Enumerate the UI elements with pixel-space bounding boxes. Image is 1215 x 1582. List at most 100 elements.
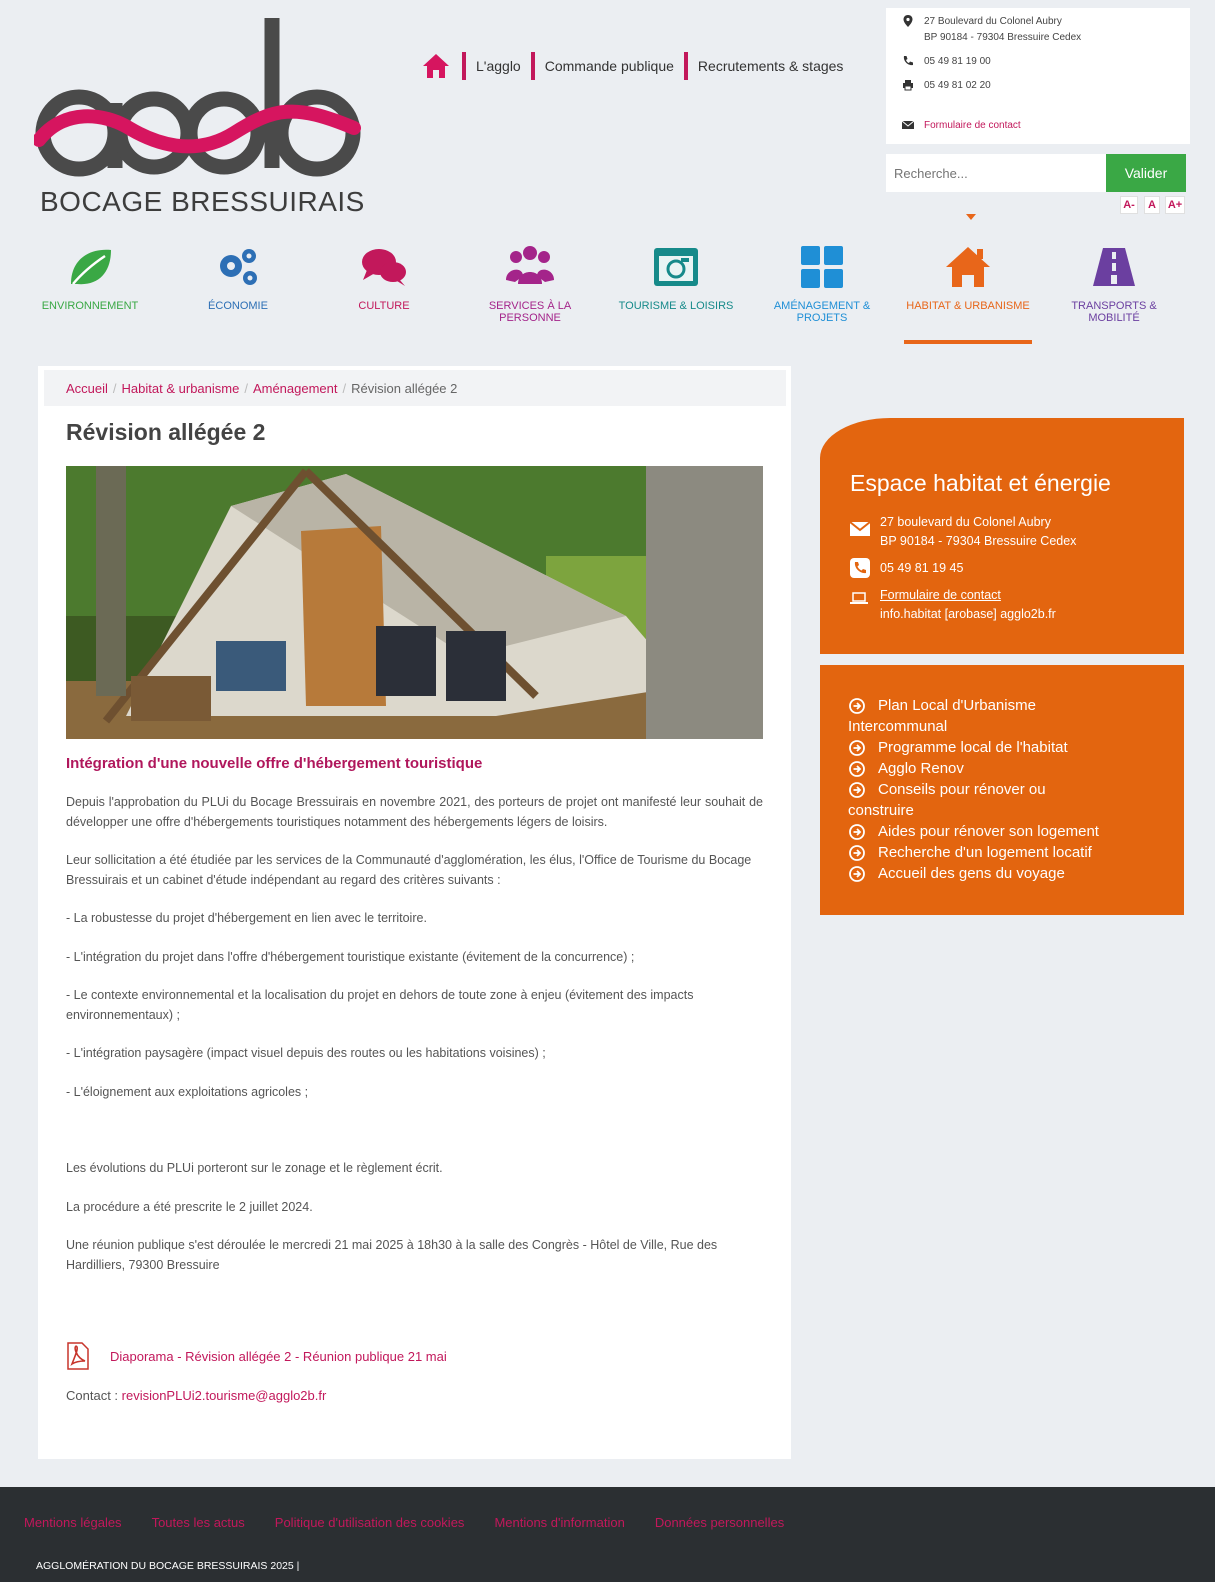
nav-commande-publique[interactable]: Commande publique	[545, 58, 674, 74]
ehe-contact-form-link[interactable]: Formulaire de contact	[880, 588, 1001, 602]
arrow-circle-icon	[849, 782, 865, 798]
footer-mentions-legales[interactable]: Mentions légales	[24, 1515, 122, 1530]
house-icon	[946, 247, 990, 287]
paragraph: Une réunion publique s'est déroulée le m…	[66, 1238, 718, 1272]
arrow-circle-icon	[849, 761, 865, 777]
breadcrumb-habitat[interactable]: Habitat & urbanisme	[122, 381, 240, 396]
font-increase-button[interactable]: A+	[1165, 196, 1185, 214]
breadcrumb-home[interactable]: Accueil	[66, 381, 108, 396]
footer-copyright: AGGLOMÉRATION DU BOCAGE BRESSUIRAIS 2025…	[36, 1560, 300, 1572]
contact-form-link[interactable]: Formulaire de contact	[924, 120, 1021, 131]
arrow-circle-icon	[849, 740, 865, 756]
category-label: ÉCONOMIE	[208, 300, 268, 312]
tent-photo-image	[66, 466, 763, 739]
ehe-address-line1: 27 boulevard du Colonel Aubry	[880, 515, 1051, 529]
category-navigation: ENVIRONNEMENT ÉCONOMIE CULTURE SERVICES …	[28, 238, 1188, 348]
contact-phone: 05 49 81 19 00	[924, 56, 991, 67]
envelope-icon	[850, 521, 870, 536]
leaf-icon	[71, 249, 111, 285]
sidelink-agglo-renov[interactable]: Agglo Renov	[848, 758, 1156, 779]
footer-toutes-les-actus[interactable]: Toutes les actus	[152, 1515, 245, 1530]
phone-icon	[850, 558, 870, 578]
sidelink-plu[interactable]: Plan Local d'Urbanisme Intercommunal	[848, 695, 1156, 737]
habitat-links-box: Plan Local d'Urbanisme Intercommunal Pro…	[820, 665, 1184, 915]
article-body: Depuis l'approbation du PLUi du Bocage B…	[66, 793, 763, 1294]
category-economie[interactable]: ÉCONOMIE	[176, 238, 300, 312]
phone-icon	[903, 56, 913, 66]
sidelink-gens-du-voyage[interactable]: Accueil des gens du voyage	[848, 863, 1156, 884]
camera-icon	[654, 248, 698, 286]
footer-mentions-information[interactable]: Mentions d'information	[494, 1515, 624, 1530]
sidelink-logement-locatif[interactable]: Recherche d'un logement locatif	[848, 842, 1156, 863]
contact-label: Contact :	[66, 1388, 122, 1403]
footer: Mentions légales Toutes les actus Politi…	[0, 1487, 1215, 1582]
pdf-download-link[interactable]: Diaporama - Révision allégée 2 - Réunion…	[66, 1342, 447, 1370]
grid-icon	[801, 246, 843, 288]
category-label: ENVIRONNEMENT	[41, 300, 139, 312]
nav-separator	[462, 52, 466, 80]
paragraph: Leur sollicitation a été étudiée par les…	[66, 853, 752, 887]
top-navigation: L'agglo Commande publique Recrutements &…	[420, 50, 843, 82]
ehe-online: Formulaire de contact info.habitat [arob…	[850, 586, 1184, 624]
footer-cookies[interactable]: Politique d'utilisation des cookies	[275, 1515, 465, 1530]
category-tourisme-loisirs[interactable]: TOURISME & LOISIRS	[614, 238, 738, 312]
road-icon	[1093, 248, 1135, 286]
main-content: Accueil / Habitat & urbanisme / Aménagement /…	[38, 366, 791, 1459]
espace-habitat-title: Espace habitat et énergie	[850, 470, 1111, 496]
sidelink-conseils[interactable]: Conseils pour rénover ou construire	[848, 779, 1156, 821]
contact-fax: 05 49 81 02 20	[924, 80, 991, 91]
footer-donnees-personnelles[interactable]: Données personnelles	[655, 1515, 784, 1530]
arrow-circle-icon	[849, 866, 865, 882]
category-label: SERVICES À LA PERSONNE	[488, 300, 572, 324]
category-transports-mobilite[interactable]: TRANSPORTS & MOBILITÉ	[1052, 238, 1176, 324]
paragraph: - L'intégration du projet dans l'offre d…	[66, 949, 635, 964]
category-culture[interactable]: CULTURE	[322, 238, 446, 312]
ehe-email: info.habitat [arobase] agglo2b.fr	[880, 607, 1056, 621]
breadcrumb-amenagement[interactable]: Aménagement	[253, 381, 338, 396]
pdf-link-label: Diaporama - Révision allégée 2 - Réunion…	[110, 1348, 447, 1364]
arrow-circle-icon	[849, 824, 865, 840]
contact-box: 27 Boulevard du Colonel Aubry BP 90184 -…	[886, 8, 1190, 144]
breadcrumb: Accueil / Habitat & urbanisme / Aménagement /…	[44, 370, 786, 406]
page-title: Révision allégée 2	[66, 419, 266, 445]
contact-address-line1: 27 Boulevard du Colonel Aubry	[924, 16, 1062, 27]
logo-subtitle: BOCAGE BRESSUIRAIS	[40, 186, 365, 217]
search-submit-button[interactable]: Valider	[1106, 154, 1186, 192]
font-decrease-button[interactable]: A-	[1120, 196, 1138, 214]
nav-lagglo[interactable]: L'agglo	[476, 58, 521, 74]
category-label: TRANSPORTS & MOBILITÉ	[1071, 300, 1157, 324]
ehe-phone: 05 49 81 19 45	[850, 558, 1184, 578]
people-group-icon	[506, 246, 554, 284]
sidelink-plh[interactable]: Programme local de l'habitat	[848, 737, 1156, 758]
envelope-icon	[902, 120, 914, 129]
category-environnement[interactable]: ENVIRONNEMENT	[28, 238, 152, 312]
contact-line: Contact : revisionPLUi2.tourisme@agglo2b…	[66, 1388, 326, 1403]
paragraph: - L'éloignement aux exploitations agrico…	[66, 1084, 309, 1099]
footer-links: Mentions légales Toutes les actus Politi…	[24, 1515, 784, 1530]
sidelink-aides[interactable]: Aides pour rénover son logement	[848, 821, 1156, 842]
paragraph: Depuis l'approbation du PLUi du Bocage B…	[66, 795, 763, 829]
contact-address-line2: BP 90184 - 79304 Bressuire Cedex	[924, 32, 1082, 43]
home-icon[interactable]	[420, 50, 452, 82]
font-reset-button[interactable]: A	[1144, 196, 1160, 214]
paragraph: Les évolutions du PLUi porteront sur le …	[66, 1161, 443, 1175]
ehe-address-line2: BP 90184 - 79304 Bressuire Cedex	[880, 534, 1077, 548]
category-habitat-urbanisme[interactable]: HABITAT & URBANISME	[904, 238, 1032, 344]
agglo-logo-mark	[32, 18, 361, 177]
nav-separator	[683, 52, 688, 80]
laptop-icon	[850, 592, 868, 604]
category-label: TOURISME & LOISIRS	[618, 300, 734, 312]
search-input[interactable]	[886, 154, 1106, 192]
category-label: CULTURE	[358, 300, 410, 312]
contact-email-link[interactable]: revisionPLUi2.tourisme@agglo2b.fr	[122, 1388, 327, 1403]
ehe-phone-number: 05 49 81 19 45	[880, 561, 964, 575]
paragraph: - La robustesse du projet d'hébergement …	[66, 911, 427, 925]
active-category-caret	[966, 214, 976, 220]
category-services-personne[interactable]: SERVICES À LA PERSONNE	[468, 238, 592, 324]
category-label: HABITAT & URBANISME	[906, 300, 1030, 312]
nav-recrutements[interactable]: Recrutements & stages	[698, 58, 844, 74]
paragraph: - L'intégration paysagère (impact visuel…	[66, 1046, 546, 1060]
active-category-underline	[904, 340, 1032, 344]
pdf-icon	[67, 1342, 89, 1370]
category-amenagement-projets[interactable]: AMÉNAGEMENT & PROJETS	[760, 238, 884, 324]
